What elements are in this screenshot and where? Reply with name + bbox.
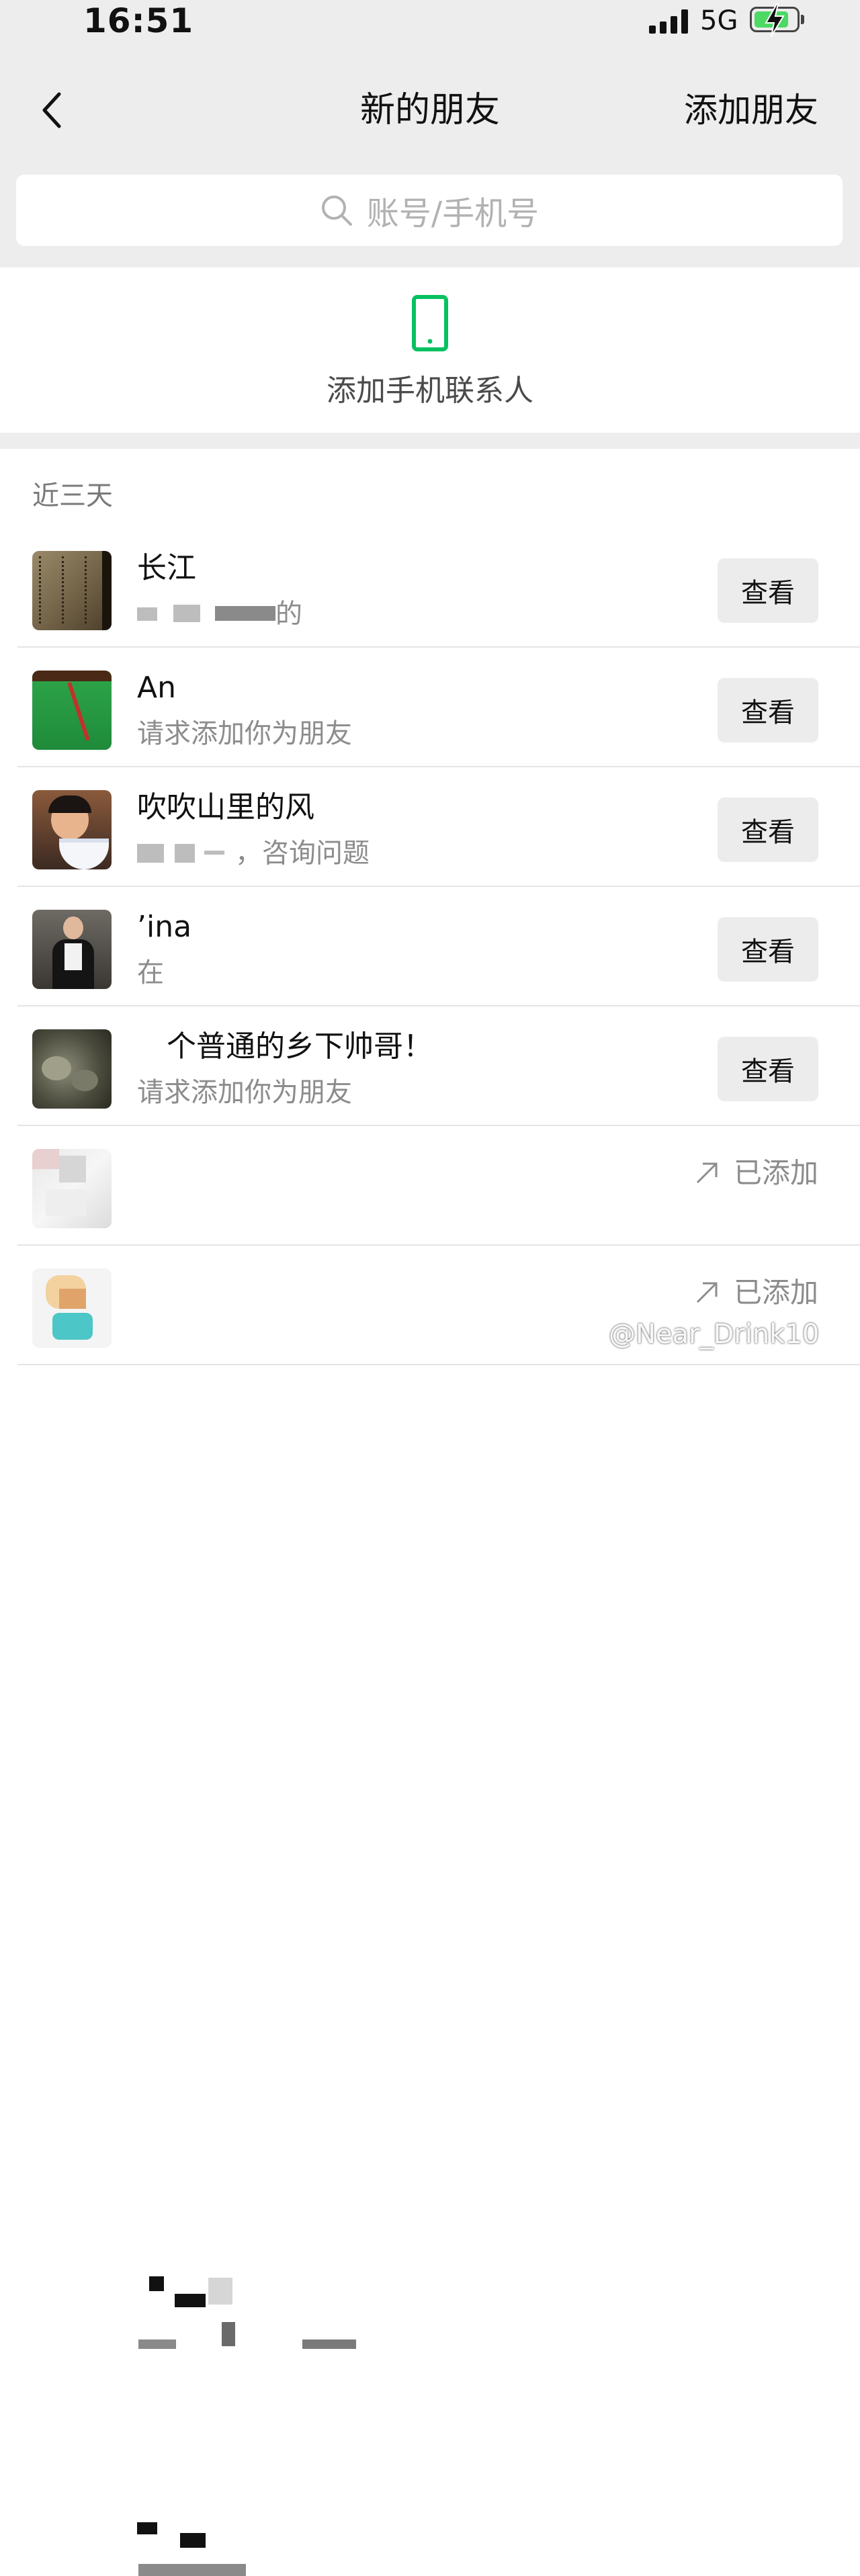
search-placeholder: 账号/手机号 <box>366 195 540 232</box>
add-phone-contacts-label: 添加手机联系人 <box>327 374 533 408</box>
added-status: 已添加 <box>693 1153 818 1193</box>
view-button[interactable]: 查看 <box>718 678 818 742</box>
added-label: 已添加 <box>733 1276 818 1309</box>
friend-request-row[interactable]: An 请求添加你为朋友 查看 <box>0 648 860 767</box>
search-icon <box>321 196 352 226</box>
back-button[interactable] <box>34 86 74 134</box>
request-message: 请求添加你为朋友 <box>137 1077 352 1108</box>
friend-request-row[interactable]: 吹吹山里的风 ，咨询问题 查看 <box>0 767 860 887</box>
friend-request-row[interactable]: 长江 的 查看 <box>0 528 860 648</box>
request-name: 吹吹山里的风 <box>137 790 314 824</box>
added-label: 已添加 <box>733 1156 818 1189</box>
view-button[interactable]: 查看 <box>718 1037 818 1101</box>
status-bar: 16:51 5G <box>0 0 860 47</box>
watermark: @Near_Drink10 <box>609 1319 820 1350</box>
man-photo-avatar <box>32 910 112 989</box>
rocks-avatar <box>32 1029 112 1109</box>
request-message: 请求添加你为朋友 <box>137 718 352 749</box>
blurred-cartoon-avatar <box>32 1269 112 1348</box>
arrow-up-right-icon <box>696 1162 718 1184</box>
snooker-table-avatar <box>32 671 112 750</box>
calligraphy-avatar <box>32 551 112 630</box>
add-friend-button[interactable]: 添加朋友 <box>684 89 818 132</box>
child-eating-rice-avatar <box>32 790 112 869</box>
request-message-text: 的 <box>275 599 302 630</box>
friend-request-row[interactable]: 已添加 <box>0 1126 860 2349</box>
request-name: ’ina <box>137 910 192 944</box>
network-type: 5G <box>700 5 738 36</box>
obscured-name-block <box>175 2294 206 2307</box>
request-name: 个普通的乡下帅哥！ <box>137 1027 433 1067</box>
navigation-bar: 新的朋友 添加朋友 <box>0 73 860 148</box>
view-button[interactable]: 查看 <box>718 798 818 862</box>
added-status: 已添加 <box>693 1273 818 1313</box>
request-name-text: ina <box>146 910 192 944</box>
request-name: 长江 <box>137 551 196 585</box>
view-button[interactable]: 查看 <box>718 917 818 982</box>
section-title: 近三天 <box>32 480 113 511</box>
bolt-icon <box>765 3 785 37</box>
obscured-name-block <box>137 2522 157 2534</box>
obscured-message-block <box>138 2339 176 2349</box>
view-button[interactable]: 查看 <box>718 558 818 623</box>
signal-bars-icon <box>649 9 691 34</box>
obscured-name-block <box>180 2533 206 2548</box>
request-name-text: 个普通的乡下帅哥！ <box>167 1029 433 1064</box>
obscured-message-block <box>222 2322 235 2346</box>
section-gap <box>0 433 860 449</box>
friend-request-row[interactable]: 个普通的乡下帅哥！ 请求添加你为朋友 查看 <box>0 1006 860 1126</box>
chevron-left-icon <box>42 92 61 128</box>
battery-cap <box>801 15 804 24</box>
obscured-message-block <box>138 2564 246 2576</box>
request-message-text: ，咨询问题 <box>235 838 370 869</box>
obscured-name-block <box>208 2278 232 2305</box>
row-divider <box>17 1364 860 1365</box>
request-name: An <box>137 671 176 705</box>
mobile-phone-icon <box>412 295 448 351</box>
add-phone-contacts[interactable]: 添加手机联系人 <box>0 267 860 433</box>
request-message: 在 <box>137 957 164 988</box>
friend-request-row[interactable]: ’ina 在 查看 <box>0 887 860 1006</box>
obscured-name-block <box>149 2276 164 2291</box>
obscured-message-block <box>302 2339 356 2349</box>
arrow-up-right-icon <box>696 1282 718 1303</box>
status-time: 16:51 <box>83 1 194 40</box>
blurred-avatar <box>32 1149 112 1228</box>
search-input[interactable]: 账号/手机号 <box>16 175 843 246</box>
